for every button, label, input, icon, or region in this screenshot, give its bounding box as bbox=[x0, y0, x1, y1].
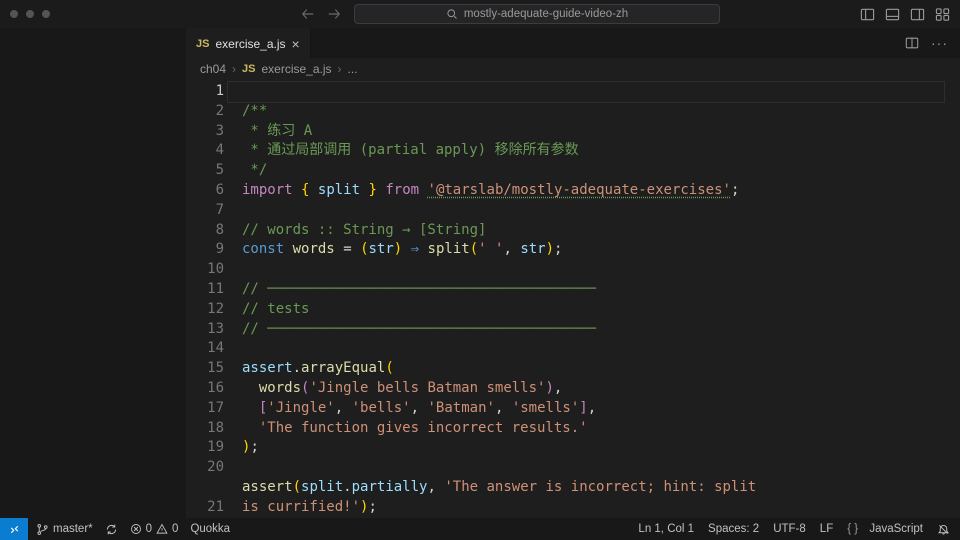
line-gutter: 1234567891011121314151617181920 21 bbox=[200, 80, 228, 518]
titlebar: mostly-adequate-guide-video-zh bbox=[0, 0, 960, 28]
split-editor-icon[interactable] bbox=[905, 36, 919, 50]
breadcrumbs[interactable]: ch04 › JS exercise_a.js › ... bbox=[186, 58, 960, 80]
window-controls bbox=[0, 10, 50, 18]
nav-forward[interactable] bbox=[326, 6, 342, 22]
eol[interactable]: LF bbox=[820, 523, 833, 535]
code-content[interactable]: /** * 练习 A * 通过局部调用 (partial apply) 移除所有… bbox=[228, 80, 952, 518]
chevron-right-icon: › bbox=[338, 62, 342, 76]
tab-label: exercise_a.js bbox=[215, 37, 285, 51]
toggle-sidebar-left-icon[interactable] bbox=[860, 7, 875, 22]
maximize-window[interactable] bbox=[42, 10, 50, 18]
status-bar: master* 0 0 Quokka Ln 1, Col 1 Spaces: 2… bbox=[0, 518, 960, 540]
tab-bar: JS exercise_a.js × ··· bbox=[186, 28, 960, 58]
quokka-status[interactable]: Quokka bbox=[190, 523, 230, 535]
layout-controls bbox=[860, 7, 950, 22]
crumb-folder[interactable]: ch04 bbox=[200, 62, 226, 76]
js-file-icon: JS bbox=[242, 63, 255, 75]
notifications-button[interactable] bbox=[937, 523, 950, 536]
search-icon bbox=[446, 8, 458, 20]
more-actions-icon[interactable]: ··· bbox=[931, 35, 948, 51]
error-icon bbox=[130, 523, 142, 535]
toggle-sidebar-right-icon[interactable] bbox=[910, 7, 925, 22]
minimap[interactable] bbox=[952, 80, 960, 518]
remote-button[interactable] bbox=[0, 518, 28, 540]
editor-body[interactable]: 1234567891011121314151617181920 21 /** *… bbox=[186, 80, 960, 518]
cursor-position[interactable]: Ln 1, Col 1 bbox=[638, 523, 694, 535]
close-window[interactable] bbox=[10, 10, 18, 18]
customize-layout-icon[interactable] bbox=[935, 7, 950, 22]
crumb-file[interactable]: exercise_a.js bbox=[262, 62, 332, 76]
toggle-panel-icon[interactable] bbox=[885, 7, 900, 22]
sync-icon bbox=[105, 523, 118, 536]
minimize-window[interactable] bbox=[26, 10, 34, 18]
command-center[interactable]: mostly-adequate-guide-video-zh bbox=[354, 4, 720, 24]
sync-button[interactable] bbox=[105, 523, 118, 536]
left-rail bbox=[0, 28, 186, 518]
nav-back[interactable] bbox=[300, 6, 316, 22]
warning-icon bbox=[156, 523, 168, 535]
source-control-branch[interactable]: master* bbox=[36, 523, 93, 536]
chevron-right-icon: › bbox=[232, 62, 236, 76]
branch-icon bbox=[36, 523, 49, 536]
bell-icon bbox=[937, 523, 950, 536]
command-center-text: mostly-adequate-guide-video-zh bbox=[464, 8, 628, 20]
tab-close-icon[interactable]: × bbox=[292, 37, 300, 51]
language-mode[interactable]: { } JavaScript bbox=[847, 523, 923, 535]
crumb-symbol[interactable]: ... bbox=[348, 62, 358, 76]
editor-window: mostly-adequate-guide-video-zh JS exerci… bbox=[0, 0, 960, 540]
problems-button[interactable]: 0 0 bbox=[130, 523, 179, 535]
encoding[interactable]: UTF-8 bbox=[773, 523, 806, 535]
tab-exercise-a[interactable]: JS exercise_a.js × bbox=[186, 28, 311, 58]
indentation[interactable]: Spaces: 2 bbox=[708, 523, 759, 535]
js-file-icon: JS bbox=[196, 38, 209, 50]
